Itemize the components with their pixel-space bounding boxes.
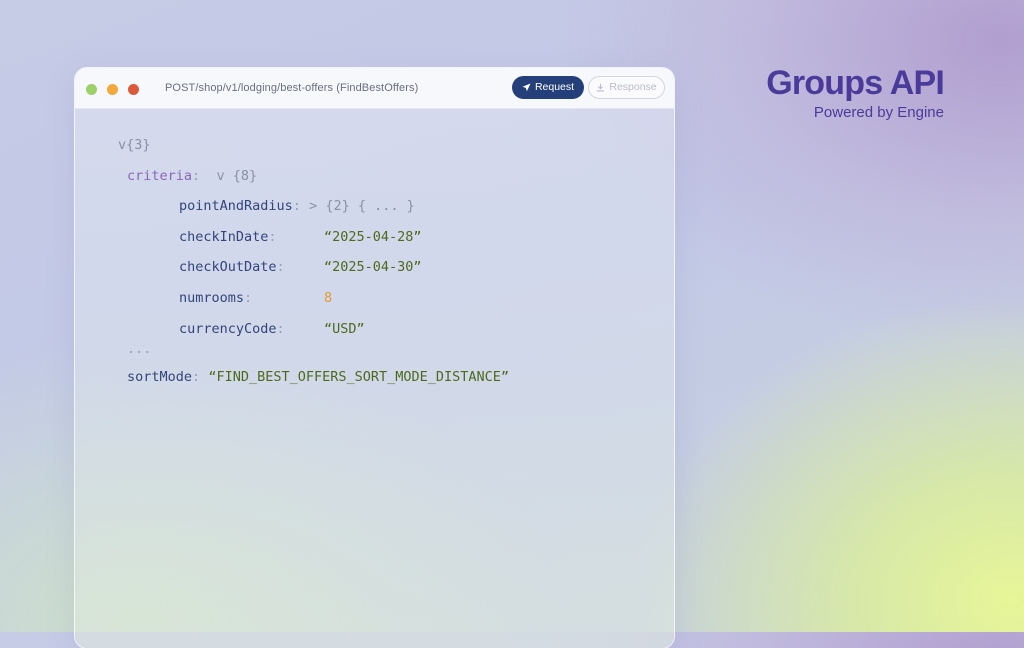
point-and-radius-line: pointAndRadius: > {2} { ... } — [179, 198, 415, 214]
criteria-key: criteria — [127, 168, 193, 184]
currency-value: “USD” — [324, 321, 365, 337]
colon: : — [268, 229, 277, 245]
root-toggle[interactable]: v — [118, 137, 126, 153]
endpoint-title: POST/shop/v1/lodging/best-offers (FindBe… — [165, 82, 419, 94]
sort-mode-key: sortMode — [127, 369, 193, 385]
window-dot-yellow[interactable] — [107, 84, 118, 95]
numrooms-line: numrooms: 8 — [179, 290, 659, 306]
point-count: {2} — [325, 198, 350, 214]
check-in-key: checkInDate — [179, 229, 269, 245]
request-button-label: Request — [534, 81, 575, 93]
numrooms-key: numrooms — [179, 290, 245, 306]
criteria-count: {8} — [232, 168, 258, 184]
currency-line: currencyCode: “USD” — [179, 321, 659, 337]
json-viewer: v{3} criteria: v {8} pointAndRadius: > {… — [75, 108, 674, 648]
send-icon — [522, 83, 531, 92]
point-and-radius-key: pointAndRadius — [179, 198, 293, 214]
download-icon — [596, 83, 605, 92]
check-in-line: checkInDate: “2025-04-28” — [179, 229, 659, 245]
point-toggle[interactable]: > — [309, 198, 317, 214]
api-window: POST/shop/v1/lodging/best-offers (FindBe… — [75, 68, 674, 648]
check-out-key: checkOutDate — [179, 259, 277, 275]
root-count: {3} — [126, 137, 151, 153]
colon: : — [276, 321, 285, 337]
colon: : — [192, 168, 201, 184]
window-dot-red[interactable] — [128, 84, 139, 95]
brand-subtitle: Powered by Engine — [813, 104, 944, 121]
colon: : — [244, 290, 253, 306]
currency-key: currencyCode — [179, 321, 277, 337]
check-in-value: “2025-04-28” — [324, 229, 422, 245]
brand-title: Groups API — [766, 64, 945, 102]
colon: : — [276, 259, 285, 275]
check-out-value: “2025-04-30” — [324, 259, 422, 275]
criteria-toggle[interactable]: v — [216, 168, 224, 184]
colon: : — [292, 198, 301, 214]
check-out-line: checkOutDate: “2025-04-30” — [179, 259, 659, 275]
colon: : — [192, 369, 201, 385]
json-root-line: v{3} — [118, 137, 151, 153]
window-titlebar: POST/shop/v1/lodging/best-offers (FindBe… — [75, 68, 674, 109]
criteria-line: criteria: v {8} — [127, 168, 257, 184]
brand-block: Groups API Powered by Engine — [754, 64, 945, 121]
ellipsis: ... — [127, 341, 152, 357]
point-collapsed[interactable]: { ... } — [358, 198, 415, 214]
sort-mode-value: “FIND_BEST_OFFERS_SORT_MODE_DISTANCE” — [208, 369, 510, 385]
request-button[interactable]: Request — [512, 76, 584, 99]
response-button-label: Response — [609, 81, 657, 93]
response-button[interactable]: Response — [588, 76, 665, 99]
window-dot-green[interactable] — [86, 84, 97, 95]
numrooms-value: 8 — [324, 290, 333, 306]
sort-mode-line: sortMode: “FIND_BEST_OFFERS_SORT_MODE_DI… — [127, 369, 509, 385]
